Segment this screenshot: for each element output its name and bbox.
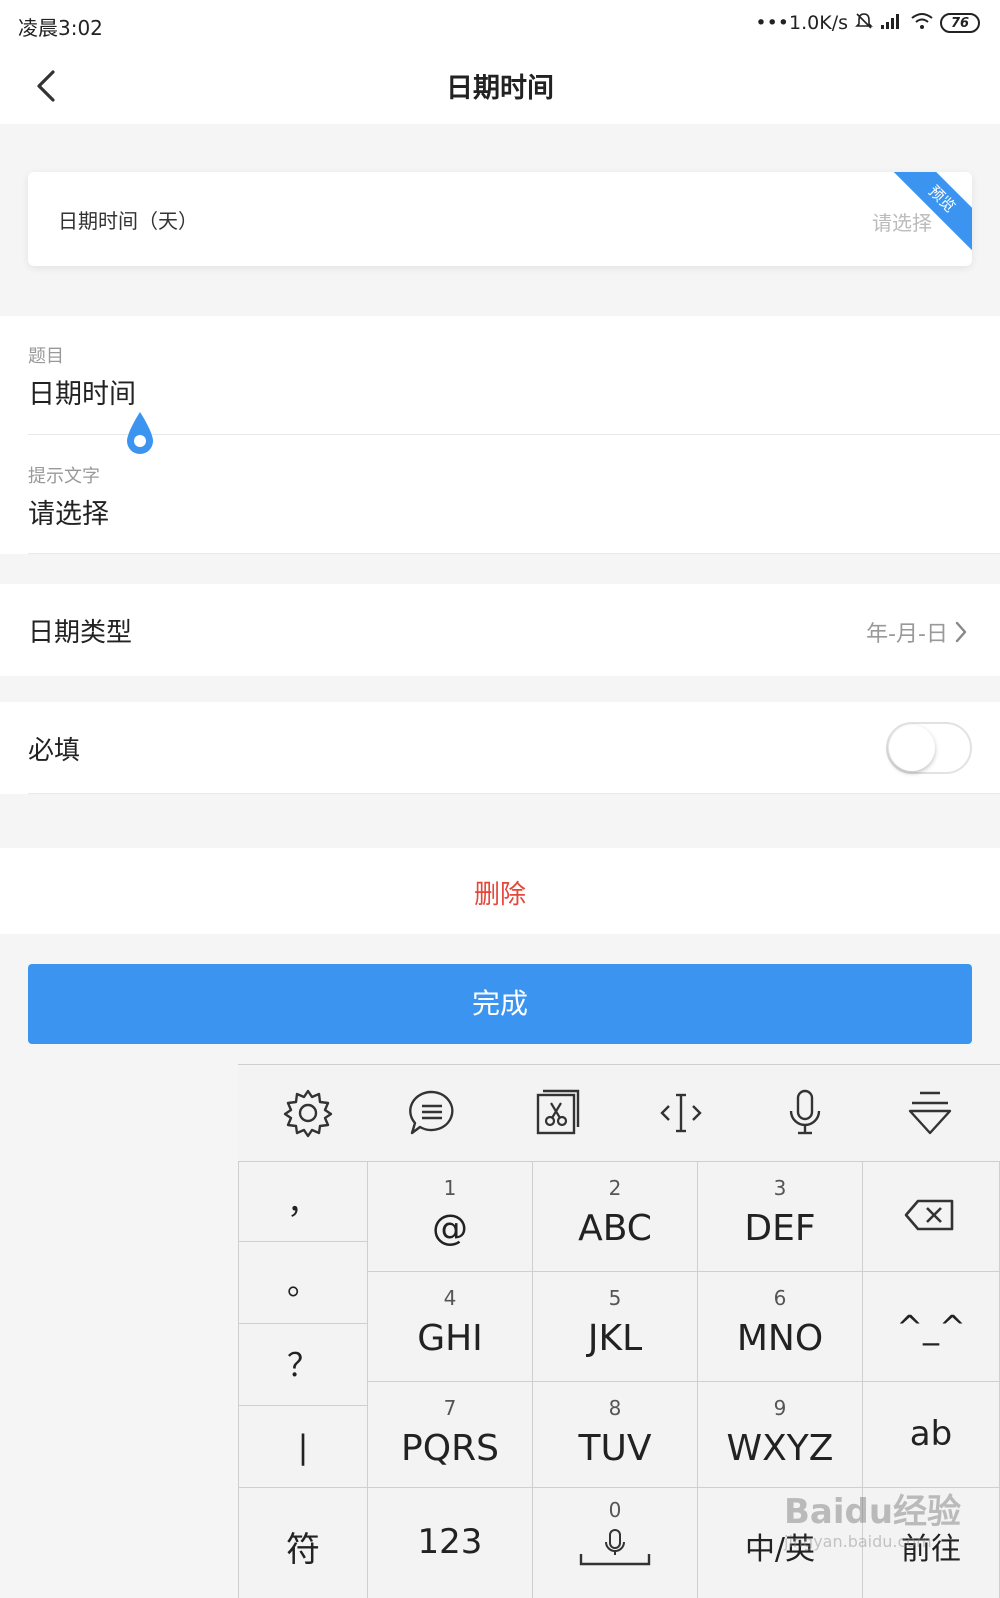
preview-card[interactable]: 日期时间（天） 请选择 预览 [28,172,972,266]
key-7[interactable]: 7 PQRS [368,1382,533,1488]
divider [28,434,1000,435]
keyboard-hide-icon[interactable] [902,1085,958,1141]
key-number: 3 [773,1176,787,1200]
settings-gear-icon[interactable] [280,1085,336,1141]
backspace-icon [904,1199,954,1231]
key-number: 7 [443,1396,457,1420]
key-number: 2 [608,1176,622,1200]
keyboard-toolbar [238,1065,1000,1161]
chat-bubble-icon[interactable] [404,1085,460,1141]
key-8[interactable]: 8 TUV [533,1382,698,1488]
done-button[interactable]: 完成 [28,964,972,1044]
required-label: 必填 [28,736,81,766]
key-letters: TUV [578,1428,652,1469]
text-cursor-handle-icon[interactable] [124,410,156,458]
wifi-icon [910,12,934,35]
key-9[interactable]: 9 WXYZ [698,1382,863,1488]
battery-indicator: 76 [940,13,980,33]
preview-label: 日期时间（天） [58,209,198,233]
date-type-value-group: 年-月-日 [866,616,968,648]
nav-bar: 日期时间 [0,46,1000,124]
key-letters: JKL [587,1318,643,1359]
watermark-url: jingyan.baidu.com [784,1532,932,1551]
page-title: 日期时间 [446,73,554,104]
key-number: 0 [608,1498,622,1522]
ab-key[interactable]: ab [863,1382,1000,1488]
hint-input[interactable]: 请选择 [28,492,109,531]
key-comma[interactable]: ， [238,1162,368,1242]
number-mode-key[interactable]: 123 [368,1488,533,1598]
emoticon-key[interactable]: ^_^ [863,1272,1000,1382]
symbol-label: 符 [286,1530,320,1570]
clipboard-cut-icon[interactable] [529,1085,585,1141]
chevron-right-icon [955,621,967,643]
watermark: Baidu经验 jingyan.baidu.com [780,1480,1000,1570]
key-letters: WXYZ [726,1428,834,1469]
key-letters: GHI [417,1318,483,1359]
backspace-key[interactable] [863,1162,1000,1272]
key-number: 9 [773,1396,787,1420]
date-type-row[interactable]: 日期类型 年-月-日 [0,584,1000,676]
watermark-brand: Baidu经验 [784,1492,962,1532]
mute-icon [854,11,874,36]
cursor-move-icon[interactable] [653,1085,709,1141]
symbol-key[interactable]: 符 [238,1488,368,1598]
required-toggle[interactable] [886,722,972,774]
key-number: 1 [443,1176,457,1200]
key-number: 5 [608,1286,622,1310]
key-3[interactable]: 3 DEF [698,1162,863,1272]
key-number: 6 [773,1286,787,1310]
divider [28,553,1000,554]
hint-caption: 提示文字 [28,466,100,487]
key-letters: DEF [744,1208,816,1249]
space-key[interactable]: 0 [533,1488,698,1598]
required-row: 必填 [0,702,1000,794]
microphone-icon[interactable] [777,1085,833,1141]
key-letters: ABC [578,1208,652,1249]
key-4[interactable]: 4 GHI [368,1272,533,1382]
key-number: 4 [443,1286,457,1310]
date-type-value: 年-月-日 [866,622,948,647]
status-time: 凌晨3:02 [18,16,103,40]
key-letters: @ [432,1208,468,1249]
status-bar: 凌晨3:02 •••1.0K/s 76 [0,0,1000,46]
key-letters: MNO [736,1318,824,1359]
preview-placeholder: 请选择 [872,211,932,235]
delete-button[interactable]: 删除 [0,874,1000,911]
title-input[interactable]: 日期时间 [28,372,136,411]
key-6[interactable]: 6 MNO [698,1272,863,1382]
emoticon-label: ^_^ [896,1308,966,1346]
number-mode-label: 123 [417,1522,483,1562]
key-1[interactable]: 1 @ [368,1162,533,1272]
status-indicators: •••1.0K/s 76 [755,10,980,36]
key-period[interactable]: 。 [238,1242,368,1324]
network-speed: •••1.0K/s [755,12,848,34]
ab-label: ab [909,1414,953,1454]
key-5[interactable]: 5 JKL [533,1272,698,1382]
signal-icon [880,12,904,35]
divider [28,793,1000,794]
key-2[interactable]: 2 ABC [533,1162,698,1272]
key-pipe[interactable]: | [238,1406,368,1488]
key-question[interactable]: ？ [238,1324,368,1406]
date-type-label: 日期类型 [28,618,133,648]
toggle-knob [889,725,935,771]
key-number: 8 [608,1396,622,1420]
key-letters: PQRS [401,1428,499,1469]
delete-row[interactable]: 删除 [0,848,1000,934]
title-caption: 题目 [28,346,64,367]
space-mic-icon [579,1529,651,1566]
